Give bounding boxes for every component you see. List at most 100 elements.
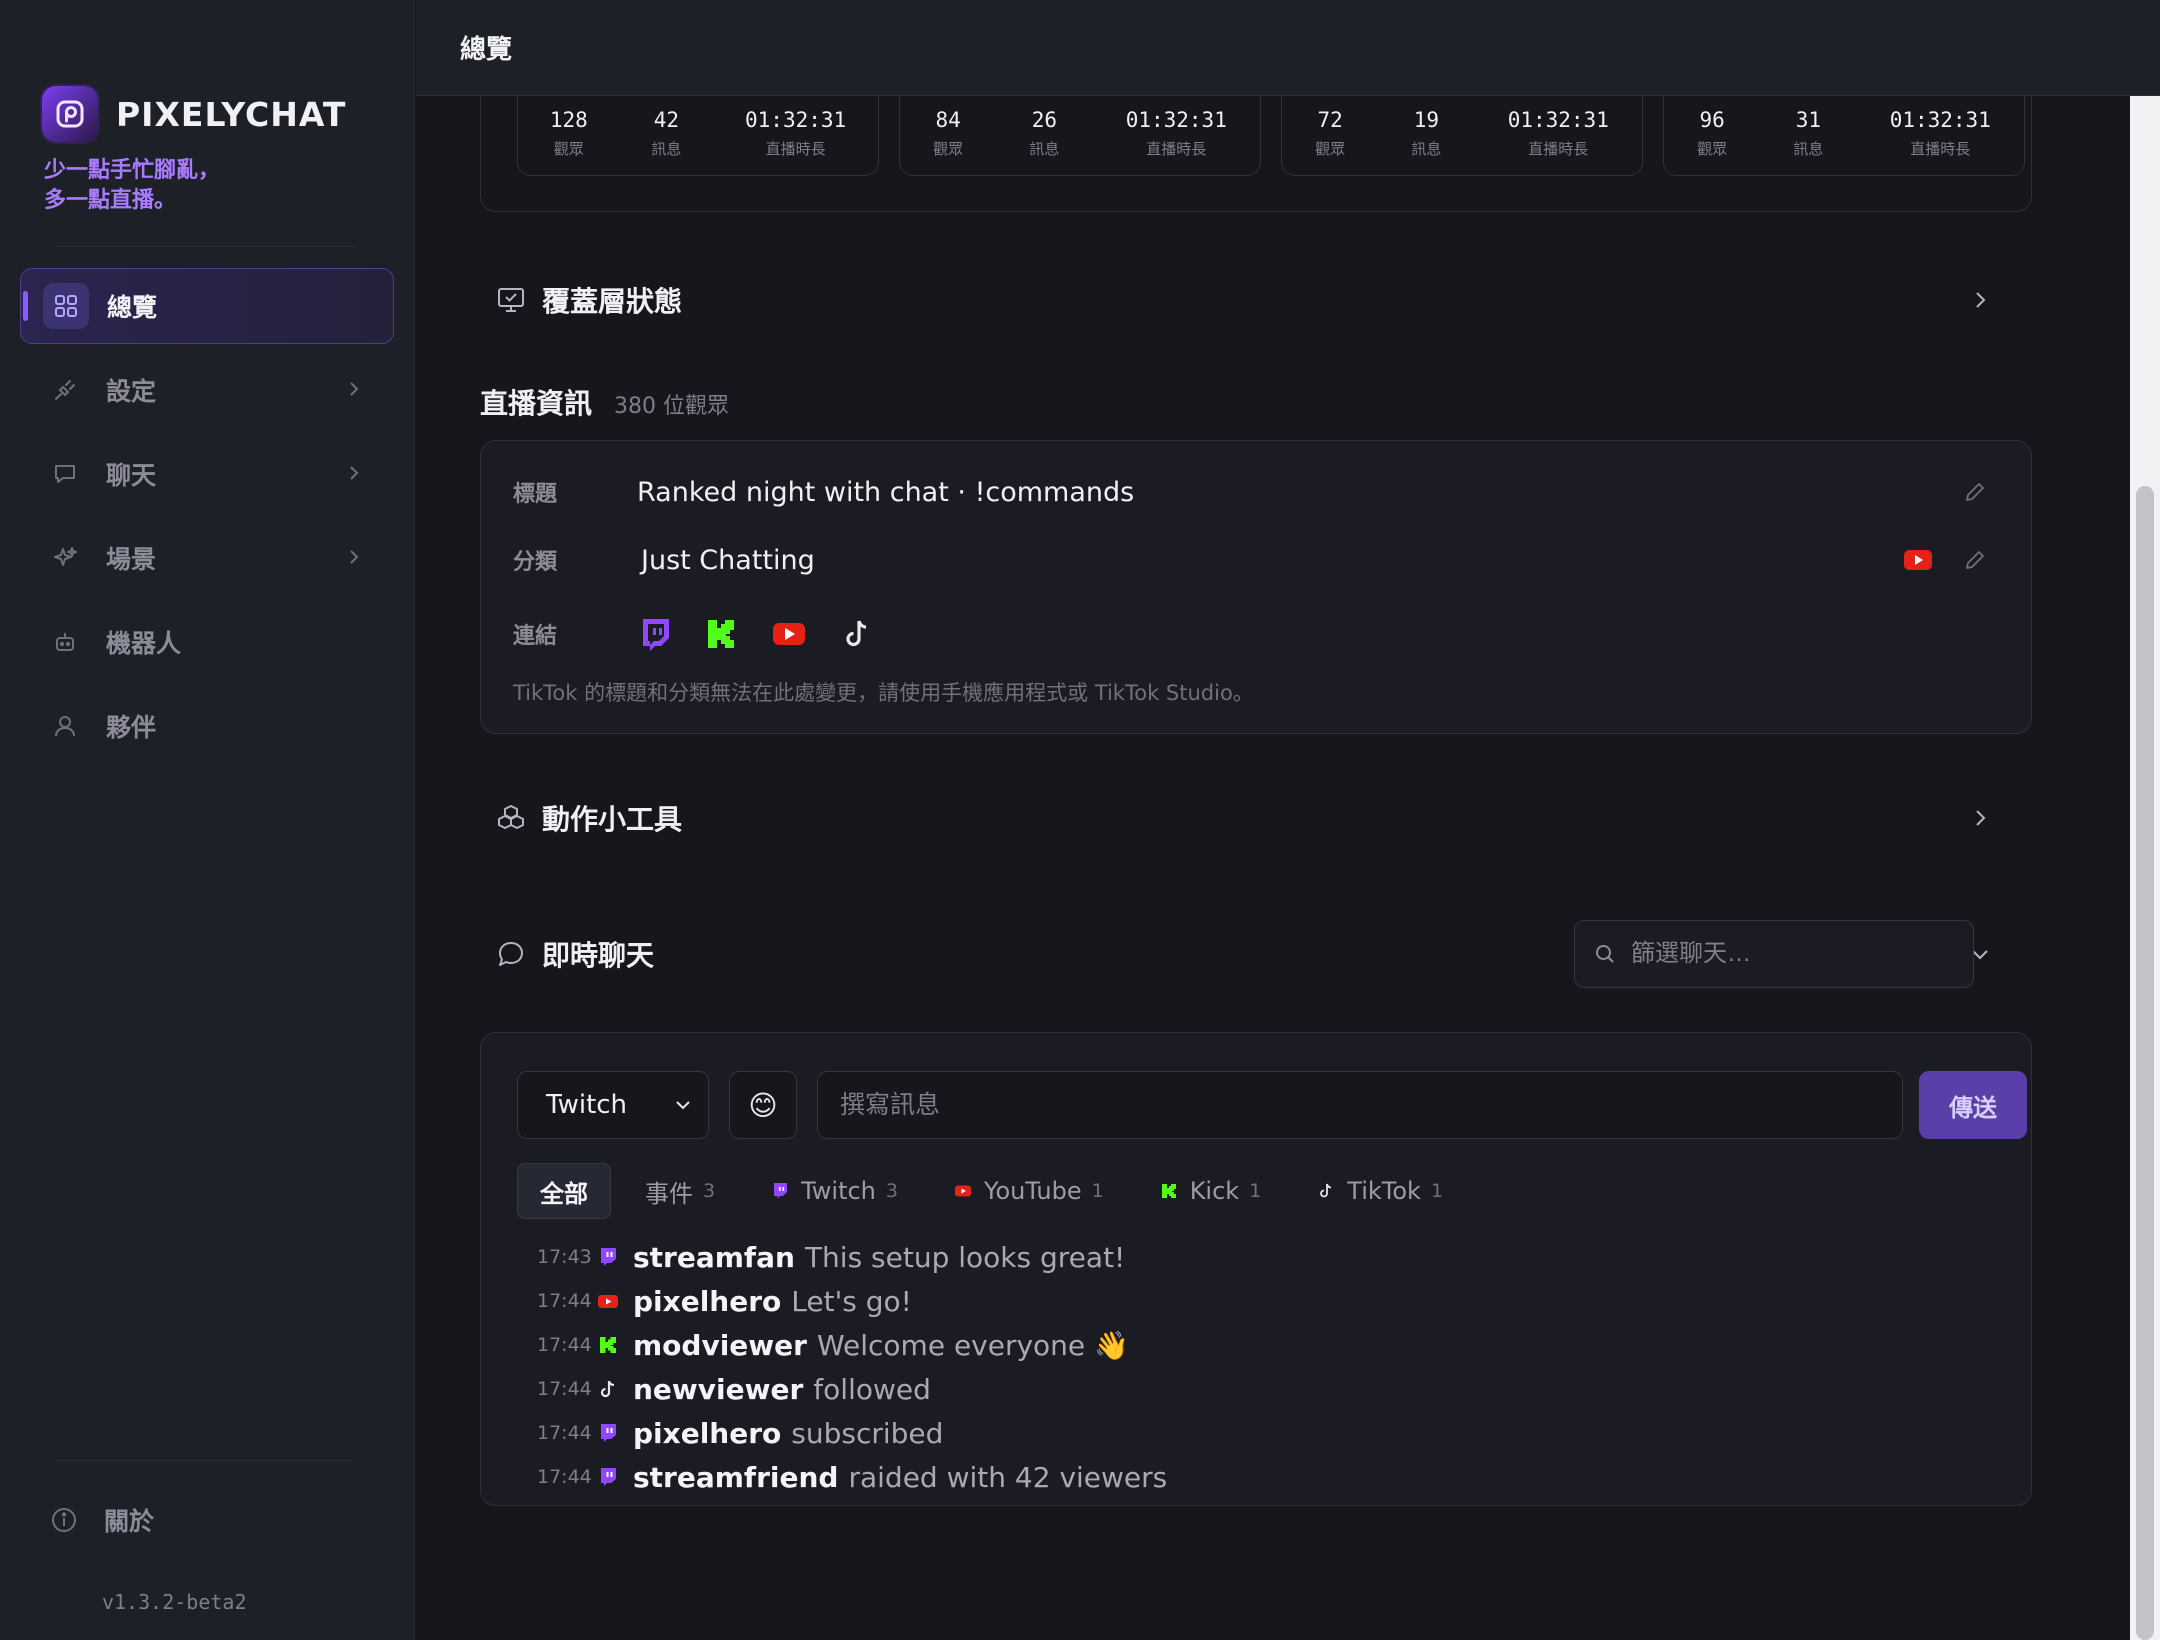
search-icon (1596, 945, 1614, 963)
message-time: 17:43 (537, 1246, 592, 1268)
twitch-icon[interactable] (637, 616, 673, 652)
stat-viewers: 96 觀眾 (1697, 108, 1728, 158)
message-username[interactable]: streamfriend (633, 1461, 838, 1494)
tab-twitch[interactable]: Twitch 3 (749, 1163, 920, 1219)
kick-icon (600, 1337, 616, 1353)
chat-filter[interactable] (1574, 920, 1974, 988)
chevron-right-icon (350, 466, 359, 480)
stat-viewers: 128 觀眾 (549, 108, 588, 158)
sidebar-item-settings[interactable]: 設定 (20, 352, 394, 428)
category-label: 分類 (513, 550, 558, 575)
message-time: 17:44 (537, 1378, 592, 1400)
about-label: 關於 (104, 1507, 155, 1536)
message-input[interactable] (840, 1090, 1880, 1120)
tiktok-icon[interactable] (839, 616, 875, 652)
links-label: 連結 (513, 624, 558, 649)
tab-label: Twitch (801, 1177, 876, 1205)
tiktok-icon (1320, 1183, 1332, 1198)
sidebar-item-label: 聊天 (106, 461, 157, 490)
sidebar-item-scenes[interactable]: 場景 (20, 520, 394, 596)
tab-count: 3 (885, 1180, 898, 1202)
tab-kick[interactable]: Kick 1 (1138, 1163, 1284, 1219)
chevron-right-icon (1976, 810, 1986, 826)
sidebar-item-label: 設定 (106, 377, 157, 406)
message-username[interactable]: streamfan (633, 1241, 795, 1274)
sidebar-divider (56, 246, 356, 247)
stat-duration: 01:32:31 直播時長 (1889, 108, 1991, 158)
twitch-icon (601, 1468, 616, 1486)
youtube-icon (1904, 550, 1932, 570)
tab-events[interactable]: 事件 3 (623, 1163, 737, 1219)
message-text: followed (813, 1372, 931, 1406)
chat-bubble-icon (50, 459, 80, 489)
emoji-button[interactable]: 😊 (729, 1071, 797, 1139)
stat-messages: 19 訊息 (1411, 108, 1442, 158)
tab-all[interactable]: 全部 (517, 1163, 611, 1219)
platform-stat-card: 84 觀眾 26 訊息 01:32:31 直播時長 (899, 96, 1261, 176)
edit-category-pencil-icon[interactable] (1963, 548, 1987, 572)
grid-icon (43, 283, 89, 329)
viewer-count: 380 位觀眾 (614, 394, 730, 419)
scrollbar-thumb[interactable] (2136, 486, 2154, 1640)
monitor-check-icon (498, 288, 524, 312)
message-username[interactable]: newviewer (633, 1373, 803, 1406)
chevron-right-icon (350, 382, 359, 396)
stream-info-header: 直播資訊 380 位觀眾 (480, 382, 729, 422)
kick-icon[interactable] (703, 616, 739, 652)
brand-name: PIXELYCHAT (116, 94, 347, 134)
chevron-down-icon (676, 1101, 690, 1110)
chevron-right-icon (1976, 292, 1986, 308)
page-title: 總覽 (460, 35, 513, 65)
tab-youtube[interactable]: YouTube 1 (932, 1163, 1126, 1219)
tab-label: Kick (1189, 1177, 1240, 1205)
tab-count: 3 (703, 1180, 716, 1202)
chat-tabs: 全部 事件 3 Twitch 3 YouTube 1 Kick 1 TikTok… (517, 1163, 1477, 1219)
stream-info-card: 標題 Ranked night with chat · !commands 分類… (480, 440, 2032, 734)
title-row: 標題 Ranked night with chat · !commands (513, 467, 1999, 517)
stat-viewers: 72 觀眾 (1315, 108, 1346, 158)
message-text: subscribed (791, 1416, 944, 1450)
sidebar-item-label: 機器人 (106, 629, 182, 658)
platform-stat-card: 96 觀眾 31 訊息 01:32:31 直播時長 (1663, 96, 2025, 176)
sidebar-item-chat[interactable]: 聊天 (20, 436, 394, 512)
message-compose-field[interactable] (817, 1071, 1903, 1139)
chat-message: 17:44 streamfriend raided with 42 viewer… (537, 1455, 1167, 1499)
youtube-icon[interactable] (771, 616, 807, 652)
platform-select[interactable]: Twitch (517, 1071, 709, 1139)
about-link[interactable]: 關於 (50, 1502, 154, 1538)
cubes-icon (498, 805, 524, 829)
sidebar-nav: 總覽 設定 聊天 場景 機器人 夥伴 (20, 268, 394, 772)
tab-count: 1 (1091, 1180, 1104, 1202)
platform-select-value: Twitch (546, 1090, 628, 1120)
sidebar-item-bots[interactable]: 機器人 (20, 604, 394, 680)
info-icon (52, 1508, 76, 1532)
stat-viewers: 84 觀眾 (933, 108, 964, 158)
sidebar-item-partners[interactable]: 夥伴 (20, 688, 394, 764)
sidebar-item-overview[interactable]: 總覽 (20, 268, 394, 344)
tab-tiktok[interactable]: TikTok 1 (1295, 1163, 1465, 1219)
tab-count: 1 (1249, 1180, 1262, 1202)
chat-message: 17:43 streamfan This setup looks great! (537, 1235, 1167, 1279)
overlay-status-section[interactable]: 覆蓋層狀態 (496, 270, 2032, 330)
edit-title-pencil-icon[interactable] (1963, 480, 1987, 504)
message-username[interactable]: pixelhero (633, 1417, 781, 1450)
section-title: 覆蓋層狀態 (542, 285, 683, 318)
chat-filter-input[interactable] (1631, 940, 1951, 968)
user-icon (50, 711, 80, 741)
main-content: 128 觀眾 42 訊息 01:32:31 直播時長 84 觀眾 26 訊息 01:32:… (416, 96, 2128, 1640)
title-label: 標題 (513, 482, 558, 507)
sidebar: PIXELYCHAT 少一點手忙腳亂， 多一點直播。 總覽 設定 聊天 場景 機… (0, 0, 415, 1640)
message-text: This setup looks great! (804, 1240, 1126, 1274)
tab-label: TikTok (1347, 1177, 1421, 1205)
message-username[interactable]: pixelhero (633, 1285, 781, 1318)
stream-title: Ranked night with chat · !commands (637, 476, 1135, 508)
send-button[interactable]: 傳送 (1919, 1071, 2027, 1139)
message-text: raided with 42 viewers (848, 1460, 1168, 1494)
chevron-right-icon (350, 550, 359, 564)
app-version: v1.3.2-beta2 (102, 1590, 247, 1614)
action-widgets-section[interactable]: 動作小工具 (496, 788, 2032, 848)
tiktok-note: TikTok 的標題和分類無法在此處變更，請使用手機應用程式或 TikTok S… (513, 681, 1254, 705)
sparkles-icon (50, 543, 80, 573)
chat-message: 17:44 pixelhero Let's go! (537, 1279, 1167, 1323)
message-username[interactable]: modviewer (633, 1329, 807, 1362)
